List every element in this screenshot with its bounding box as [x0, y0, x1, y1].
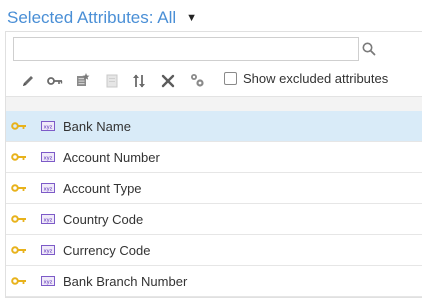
toolbar: Show excluded attributes	[6, 66, 422, 94]
type-badge-text: xyz	[44, 279, 53, 285]
attribute-name: Country Code	[63, 212, 144, 227]
key-icon[interactable]	[47, 73, 63, 89]
key-icon	[11, 277, 26, 285]
attribute-row-account-number[interactable]: xyz Account Number	[6, 142, 422, 173]
text-type-icon: xyz	[41, 152, 55, 162]
text-type-icon: xyz	[41, 276, 55, 286]
attribute-name: Account Number	[63, 150, 160, 165]
selected-attributes-header: Selected Attributes: All ▼	[7, 6, 197, 30]
show-excluded-label: Show excluded attributes	[243, 71, 389, 86]
attribute-list: xyz Bank Name xyz Account Number xyz Acc…	[6, 111, 422, 297]
settings-gears-icon[interactable]	[189, 72, 205, 88]
key-icon	[11, 246, 26, 254]
key-icon	[11, 122, 26, 130]
search-input[interactable]	[13, 37, 359, 61]
key-icon	[11, 215, 26, 223]
search-field-wrap	[13, 37, 359, 61]
attribute-name: Bank Branch Number	[63, 274, 188, 289]
edit-pencil-icon[interactable]	[20, 73, 36, 89]
attribute-row-account-type[interactable]: xyz Account Type	[6, 173, 422, 204]
attribute-row-country-code[interactable]: xyz Country Code	[6, 204, 422, 235]
type-badge-text: xyz	[44, 186, 53, 192]
text-type-icon: xyz	[41, 183, 55, 193]
text-type-icon: xyz	[41, 214, 55, 224]
text-type-icon: xyz	[41, 121, 55, 131]
list-header	[6, 96, 422, 112]
type-badge-text: xyz	[44, 124, 53, 130]
document-icon[interactable]	[104, 73, 120, 89]
sort-arrows-icon[interactable]	[131, 73, 147, 89]
key-icon	[11, 184, 26, 192]
type-badge-text: xyz	[44, 155, 53, 161]
text-type-icon: xyz	[41, 245, 55, 255]
attribute-name: Account Type	[63, 181, 142, 196]
attributes-panel: Show excluded attributes xyz Bank Name x…	[5, 31, 422, 298]
attribute-row-currency-code[interactable]: xyz Currency Code	[6, 235, 422, 266]
key-icon	[11, 153, 26, 161]
type-badge-text: xyz	[44, 248, 53, 254]
delete-x-icon[interactable]	[160, 73, 176, 89]
add-attribute-icon[interactable]	[75, 72, 91, 88]
attribute-name: Bank Name	[63, 119, 131, 134]
attribute-row-bank-branch-number[interactable]: xyz Bank Branch Number	[6, 266, 422, 297]
search-icon[interactable]	[361, 41, 377, 57]
page-title: Selected Attributes: All	[7, 8, 177, 27]
show-excluded-checkbox[interactable]	[224, 72, 237, 85]
type-badge-text: xyz	[44, 217, 53, 223]
chevron-down-icon[interactable]: ▼	[186, 12, 197, 24]
attribute-name: Currency Code	[63, 243, 151, 258]
attribute-row-bank-name[interactable]: xyz Bank Name	[6, 111, 422, 142]
